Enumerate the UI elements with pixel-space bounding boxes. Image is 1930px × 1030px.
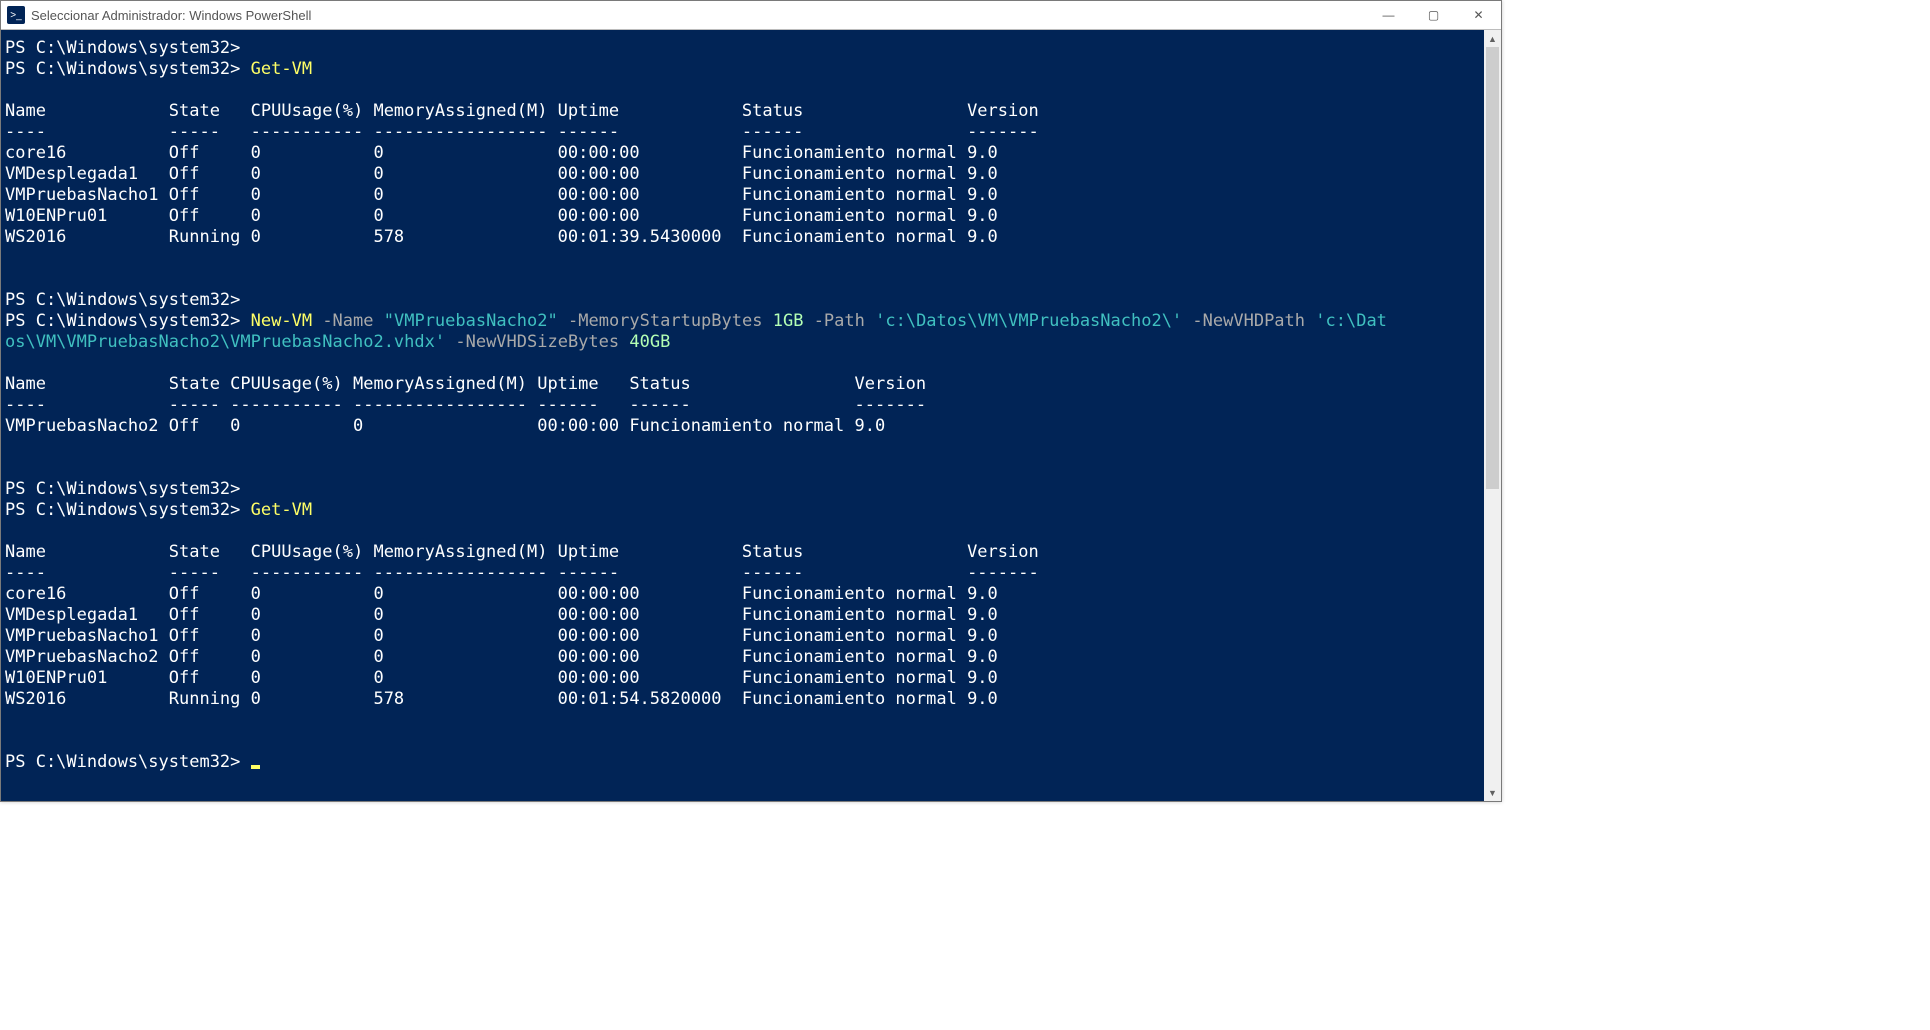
terminal-area[interactable]: PS C:\Windows\system32> PS C:\Windows\sy… <box>1 30 1484 801</box>
minimize-button[interactable]: — <box>1366 1 1411 29</box>
vertical-scrollbar[interactable]: ▲ ▼ <box>1484 30 1501 801</box>
powershell-icon: >_ <box>7 6 25 24</box>
window-title: Seleccionar Administrador: Windows Power… <box>31 8 311 23</box>
powershell-window: >_ Seleccionar Administrador: Windows Po… <box>0 0 1502 802</box>
titlebar[interactable]: >_ Seleccionar Administrador: Windows Po… <box>1 1 1501 30</box>
scrollbar-thumb[interactable] <box>1486 47 1499 489</box>
scroll-up-icon[interactable]: ▲ <box>1484 30 1501 47</box>
window-controls: — ▢ ✕ <box>1366 1 1501 29</box>
maximize-button[interactable]: ▢ <box>1411 1 1456 29</box>
close-button[interactable]: ✕ <box>1456 1 1501 29</box>
scrollbar-track[interactable] <box>1484 47 1501 784</box>
terminal-output[interactable]: PS C:\Windows\system32> PS C:\Windows\sy… <box>5 38 1480 773</box>
scroll-down-icon[interactable]: ▼ <box>1484 784 1501 801</box>
